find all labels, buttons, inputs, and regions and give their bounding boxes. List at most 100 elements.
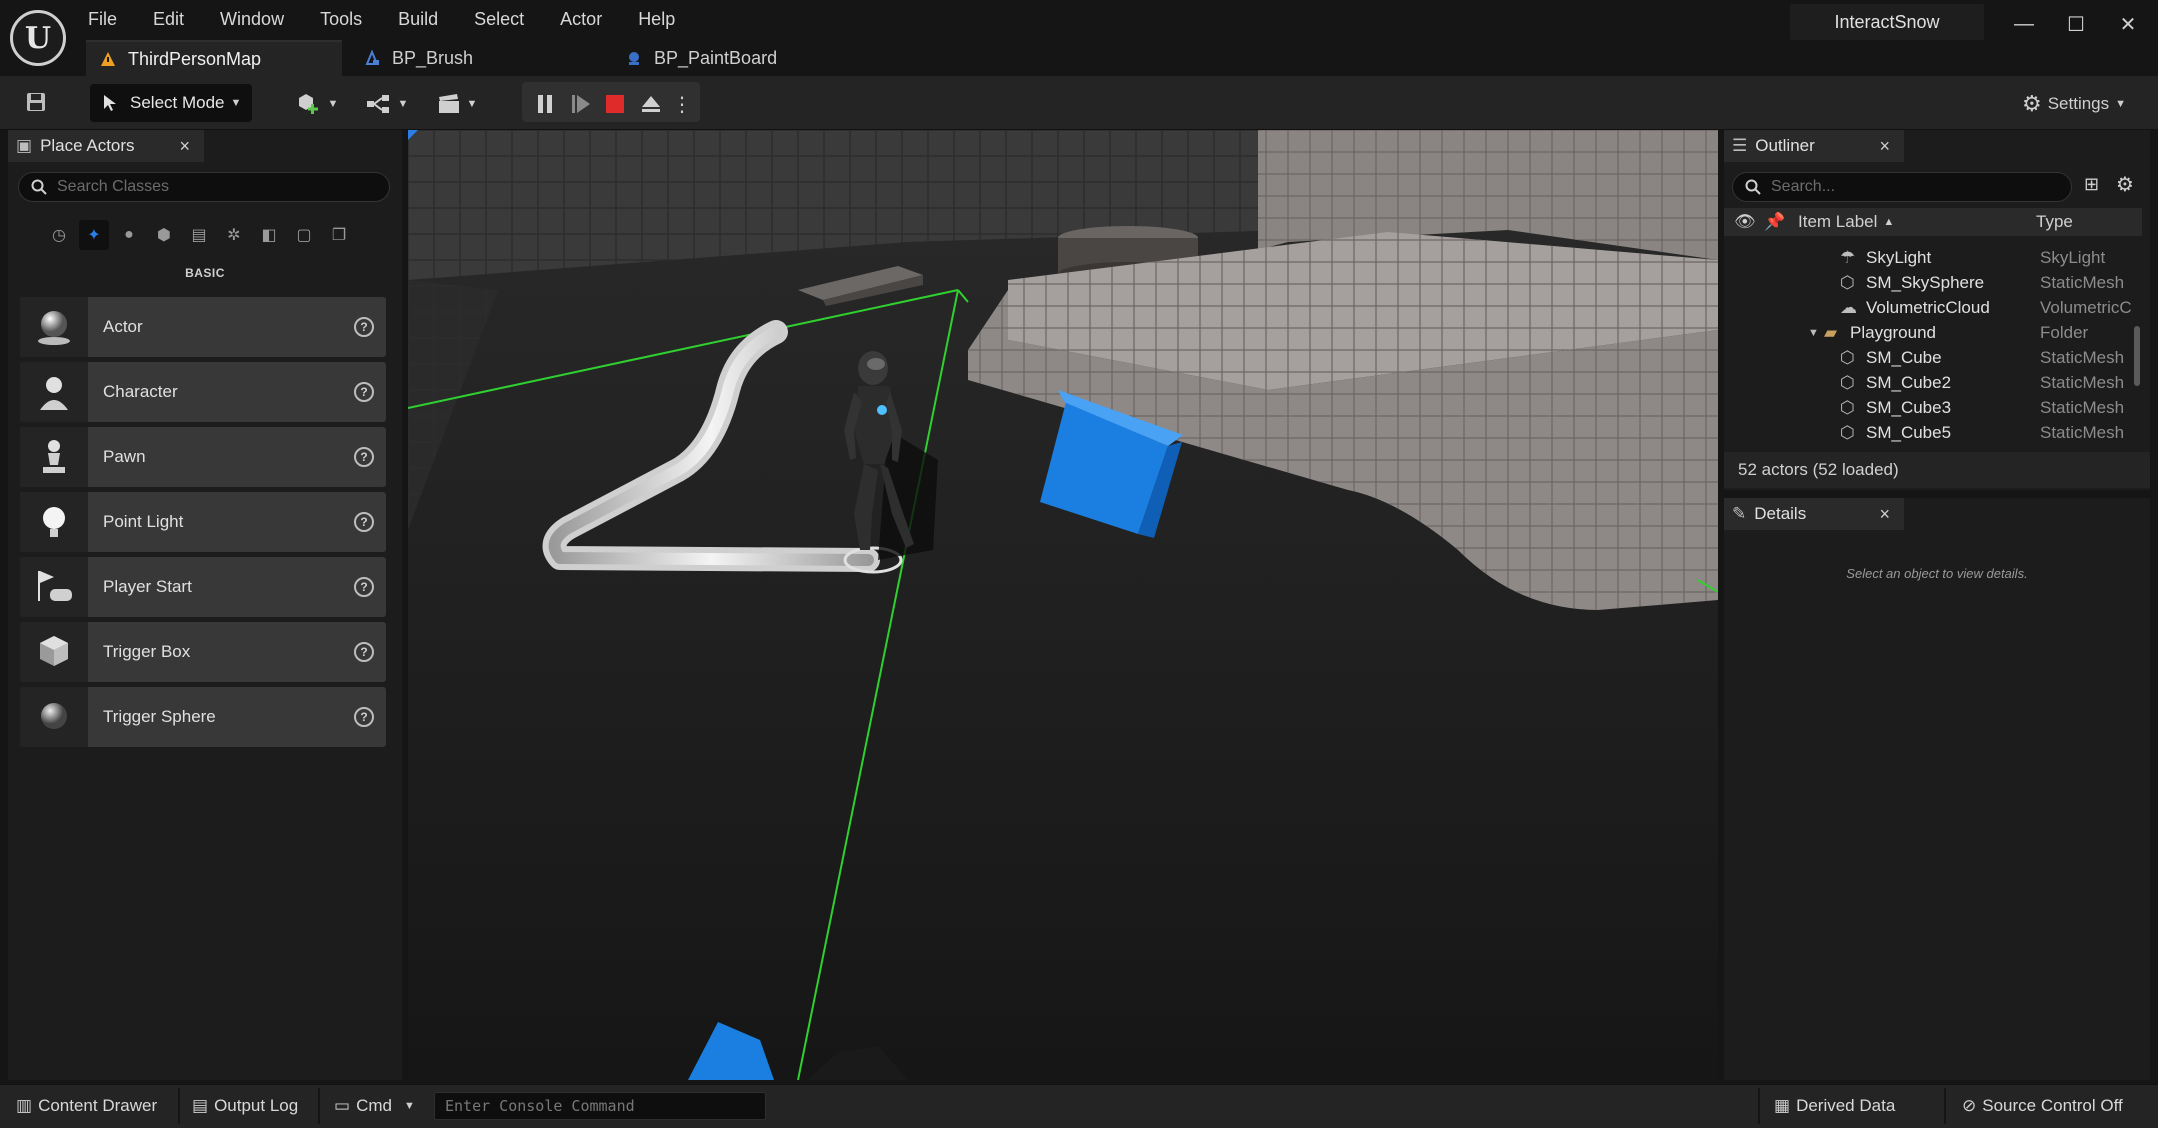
add-actor-icon [298, 94, 318, 114]
select-mode-dropdown[interactable]: Select Mode ▼ [90, 84, 252, 122]
help-icon[interactable]: ? [354, 642, 374, 662]
close-icon[interactable]: × [1879, 504, 1890, 525]
menu-actor[interactable]: Actor [560, 6, 602, 32]
character-icon [20, 362, 88, 422]
outliner-row-sm-cube3[interactable]: ⬡ SM_Cube3 StaticMesh [1724, 395, 2142, 420]
maximize-button[interactable]: ☐ [2056, 8, 2096, 40]
output-log-button[interactable]: ▤ Output Log [192, 1092, 298, 1120]
add-actor-button[interactable]: ▼ [292, 84, 342, 124]
menu-bar: File Edit Window Tools Build Select Acto… [88, 6, 711, 32]
actor-item-character[interactable]: Character ? [20, 362, 386, 422]
outliner-tab[interactable]: ☰ Outliner × [1724, 130, 1904, 162]
cmd-label: Cmd [356, 1096, 392, 1115]
actor-item-trigger-box[interactable]: Trigger Box ? [20, 622, 386, 682]
recent-icon[interactable]: ◷ [44, 220, 74, 250]
cloud-icon: ☁ [1840, 297, 1857, 317]
separator [178, 1088, 180, 1124]
save-button[interactable] [18, 86, 54, 118]
help-icon[interactable]: ? [354, 512, 374, 532]
actor-item-actor[interactable]: Actor ? [20, 297, 386, 357]
outliner-row-playground[interactable]: ▼ ▰ Playground Folder [1724, 320, 2142, 345]
outliner-row-skylight[interactable]: ☂ SkyLight SkyLight [1724, 245, 2142, 270]
lights-icon[interactable]: ● [114, 220, 144, 250]
all-classes-icon[interactable]: ❐ [324, 220, 354, 250]
shapes-icon[interactable]: ⬢ [149, 220, 179, 250]
actor-item-player-start[interactable]: Player Start ? [20, 557, 386, 617]
gear-icon: ⚙ [2021, 91, 2042, 116]
cmd-dropdown[interactable]: ▭ Cmd ▼ [334, 1092, 415, 1120]
menu-window[interactable]: Window [220, 6, 284, 32]
outliner-row-volumetriccloud[interactable]: ☁ VolumetricCloud VolumetricC [1724, 295, 2142, 320]
outliner-row-sm-cube[interactable]: ⬡ SM_Cube StaticMesh [1724, 345, 2142, 370]
help-icon[interactable]: ? [354, 382, 374, 402]
step-button[interactable] [566, 84, 596, 124]
help-icon[interactable]: ? [354, 447, 374, 467]
visual-effects-icon[interactable]: ✲ [219, 220, 249, 250]
row-type: StaticMesh [2040, 347, 2125, 367]
outliner-row-sm-cube2[interactable]: ⬡ SM_Cube2 StaticMesh [1724, 370, 2142, 395]
geometry-icon[interactable]: ◧ [254, 220, 284, 250]
actor-item-trigger-sphere[interactable]: Trigger Sphere ? [20, 687, 386, 747]
pause-button[interactable] [530, 84, 560, 124]
menu-build[interactable]: Build [398, 6, 438, 32]
row-type: SkyLight [2040, 247, 2106, 267]
actor-item-pawn[interactable]: Pawn ? [20, 427, 386, 487]
add-folder-icon[interactable]: ⊞ [2084, 174, 2099, 195]
tab-bp-paintboard[interactable]: BP_PaintBoard [612, 40, 868, 76]
output-log-label: Output Log [214, 1096, 299, 1115]
viewport-scene[interactable] [408, 130, 1718, 1080]
actor-item-point-light[interactable]: Point Light ? [20, 492, 386, 552]
stop-icon [606, 95, 624, 113]
pin-icon[interactable]: 📌 [1764, 212, 1786, 232]
console-command-input[interactable]: Enter Console Command [434, 1092, 766, 1120]
help-icon[interactable]: ? [354, 577, 374, 597]
basic-icon[interactable]: ✦ [79, 220, 109, 250]
stop-button[interactable] [600, 84, 630, 124]
details-tab[interactable]: ✎ Details × [1724, 498, 1904, 530]
tab-bp-brush[interactable]: BP_Brush [350, 40, 600, 76]
place-actors-tab[interactable]: ▣ Place Actors × [8, 130, 204, 162]
tab-thirdpersonmap[interactable]: ThirdPersonMap [86, 40, 342, 76]
eject-button[interactable] [636, 84, 666, 124]
row-type: StaticMesh [2040, 397, 2125, 417]
help-icon[interactable]: ? [354, 707, 374, 727]
volumes-icon[interactable]: ▢ [289, 220, 319, 250]
actor-label: Trigger Box [103, 642, 191, 661]
content-drawer-button[interactable]: ▥ Content Drawer [16, 1092, 157, 1120]
level-viewport[interactable] [408, 130, 1718, 1080]
eject-icon [642, 96, 660, 112]
details-hint: Select an object to view details. [1846, 566, 2028, 581]
cinematic-icon[interactable]: ▤ [184, 220, 214, 250]
cinematics-button[interactable]: ▼ [432, 84, 482, 124]
close-window-button[interactable]: ✕ [2108, 8, 2148, 40]
close-icon[interactable]: × [1879, 136, 1890, 157]
play-options-icon[interactable]: ⋮ [670, 84, 694, 124]
outliner-row-sm-cube5[interactable]: ⬡ SM_Cube5 StaticMesh [1724, 420, 2142, 445]
help-icon[interactable]: ? [354, 317, 374, 337]
outliner-row-sm-skysphere[interactable]: ⬡ SM_SkySphere StaticMesh [1724, 270, 2142, 295]
blueprint-button[interactable]: ▼ [362, 84, 412, 124]
menu-file[interactable]: File [88, 6, 117, 32]
close-icon[interactable]: × [179, 136, 190, 157]
unreal-logo-icon[interactable]: U [10, 10, 66, 66]
output-log-icon: ▤ [192, 1096, 209, 1115]
menu-help[interactable]: Help [638, 6, 675, 32]
expand-arrow-icon[interactable]: ▼ [1808, 327, 1822, 339]
source-control-button[interactable]: ⊘ Source Control Off [1962, 1092, 2123, 1120]
outliner-search-input[interactable]: Search... [1732, 172, 2072, 202]
step-forward-icon [572, 95, 590, 113]
col-type[interactable]: Type [2036, 212, 2073, 232]
gear-icon[interactable]: ⚙ [2116, 172, 2134, 197]
menu-tools[interactable]: Tools [320, 6, 362, 32]
menu-select[interactable]: Select [474, 6, 524, 32]
visibility-eye-icon[interactable]: 👁 [1734, 212, 1756, 232]
minimize-button[interactable]: — [2004, 8, 2044, 40]
save-icon [27, 93, 45, 111]
chevron-down-icon: ▼ [397, 98, 409, 110]
settings-button[interactable]: ⚙ Settings ▼ [2014, 84, 2134, 124]
search-classes-input[interactable]: Search Classes [18, 172, 390, 202]
derived-data-button[interactable]: ▦ Derived Data [1774, 1092, 1895, 1120]
outliner-scrollbar[interactable] [2134, 326, 2140, 386]
col-item-label[interactable]: Item Label [1798, 212, 1877, 232]
menu-edit[interactable]: Edit [153, 6, 184, 32]
